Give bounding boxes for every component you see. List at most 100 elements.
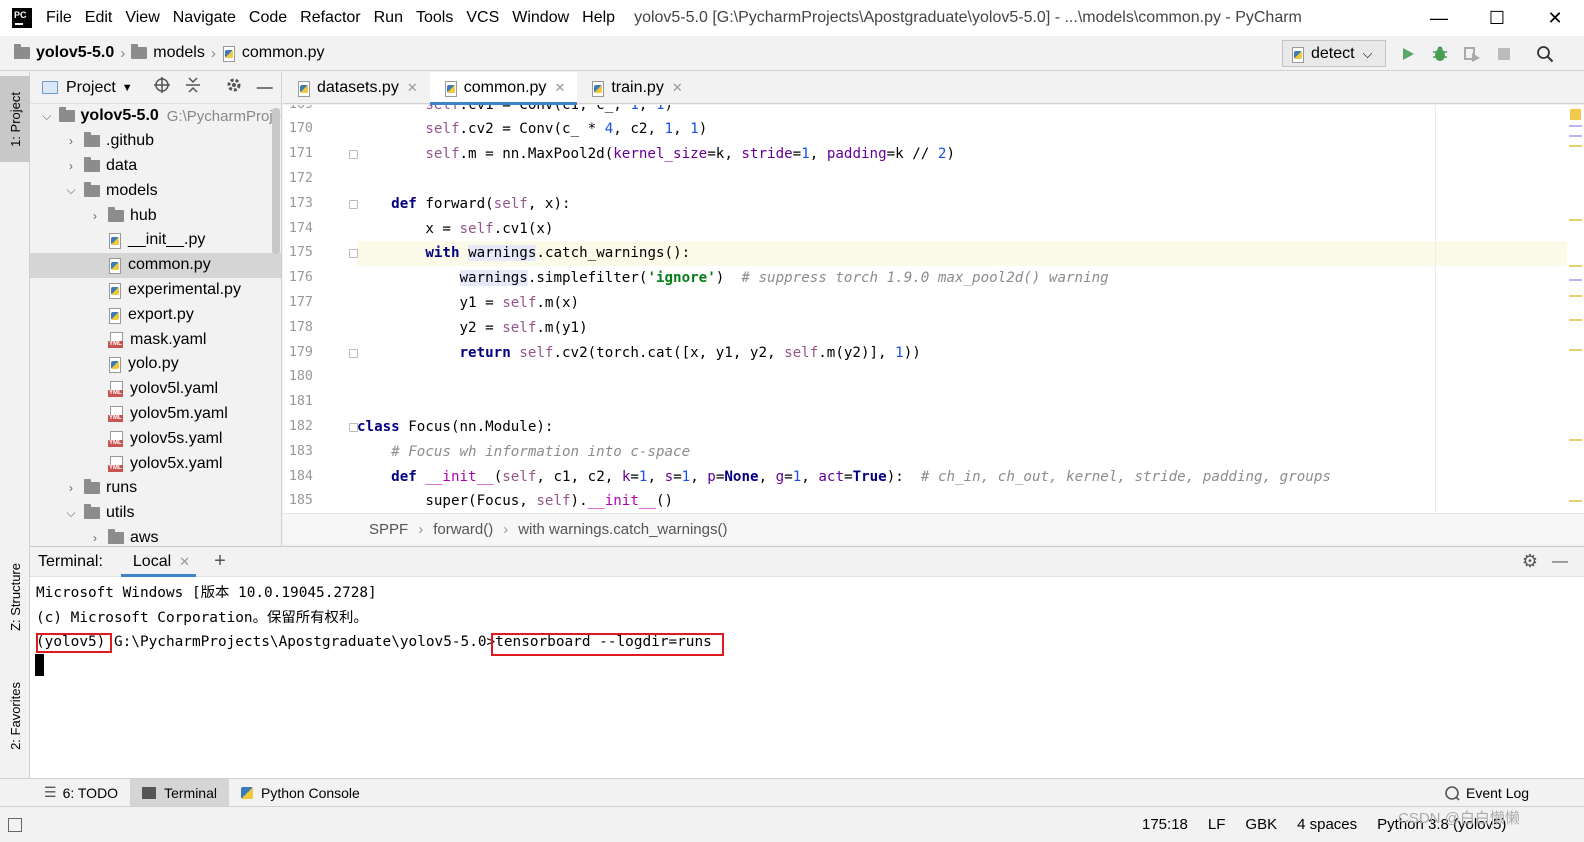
line-number[interactable]: 172 (283, 167, 313, 192)
inspection-status-icon[interactable] (1570, 109, 1581, 120)
tab-train-py[interactable]: train.py ✕ (577, 72, 694, 104)
code-line[interactable]: super(Focus, self).__init__() (357, 489, 1567, 513)
menu-help[interactable]: Help (582, 9, 615, 27)
collapse-all-icon[interactable] (185, 76, 201, 99)
chevron-down-icon[interactable]: ⌵ (40, 109, 53, 124)
tree-item-mask-yaml[interactable]: mask.yaml (30, 327, 281, 352)
locate-file-icon[interactable] (153, 76, 171, 99)
code-line[interactable] (357, 365, 1567, 390)
close-tab-icon[interactable]: ✕ (672, 80, 683, 96)
gear-icon[interactable] (225, 76, 243, 99)
error-stripe[interactable] (1567, 105, 1584, 513)
hide-panel-icon[interactable]: — (1552, 553, 1568, 571)
marker[interactable] (1569, 319, 1582, 321)
code-area[interactable]: self.cv1 = Conv(c1, c_, 1, 1) self.cv2 =… (357, 105, 1567, 513)
project-tool-tab[interactable]: 1: Project (0, 76, 30, 162)
chevron-right-icon[interactable]: › (88, 209, 102, 223)
add-terminal-icon[interactable]: + (214, 550, 226, 573)
file-encoding[interactable]: GBK (1245, 816, 1277, 833)
project-panel-title[interactable]: Project (66, 79, 116, 97)
tree-item-runs[interactable]: › runs (30, 476, 281, 501)
chevron-right-icon[interactable]: › (64, 134, 78, 148)
code-line[interactable]: # Focus wh information into c-space (357, 440, 1567, 465)
line-number[interactable]: 180 (283, 365, 313, 390)
tree-item-yolov5-5-0[interactable]: ⌵ yolov5-5.0 G:\PycharmProje (30, 104, 281, 129)
line-number[interactable]: 182 (283, 415, 313, 440)
tree-item-yolov5x-yaml[interactable]: yolov5x.yaml (30, 451, 281, 476)
marker[interactable] (1569, 135, 1582, 137)
chevron-right-icon[interactable]: › (88, 531, 102, 545)
menu-vcs[interactable]: VCS (466, 9, 499, 27)
maximize-button[interactable]: ☐ (1468, 0, 1526, 36)
line-number[interactable]: 169 (283, 105, 313, 117)
marker[interactable] (1569, 125, 1582, 127)
line-number[interactable]: 175 (283, 241, 313, 266)
code-line[interactable]: y1 = self.m(x) (357, 291, 1567, 316)
line-number[interactable]: 176 (283, 266, 313, 291)
line-number[interactable]: 170 (283, 117, 313, 142)
breadcrumb-class[interactable]: SPPF (369, 521, 408, 538)
menu-file[interactable]: File (46, 9, 72, 27)
structure-tool-tab[interactable]: Z: Structure (0, 548, 30, 646)
code-line[interactable]: with warnings.catch_warnings(): (357, 241, 1567, 266)
tree-item-hub[interactable]: › hub (30, 203, 281, 228)
hide-panel-icon[interactable]: — (257, 79, 273, 97)
close-tab-icon[interactable]: ✕ (554, 80, 565, 96)
code-line[interactable]: self.cv1 = Conv(c1, c_, 1, 1) (357, 105, 1567, 117)
terminal-tool-button[interactable]: Terminal (130, 778, 229, 807)
todo-tool-button[interactable]: ☰ 6: TODO (32, 779, 130, 807)
marker[interactable] (1569, 349, 1582, 351)
chevron-right-icon[interactable]: › (64, 159, 78, 173)
toggle-tool-windows-icon[interactable] (8, 817, 22, 832)
tree-item-github[interactable]: › .github (30, 129, 281, 154)
code-editor[interactable]: 1691701711721731741751761771781791801811… (283, 105, 1584, 513)
line-number[interactable]: 173 (283, 192, 313, 217)
search-icon[interactable] (1535, 44, 1555, 64)
run-configuration-dropdown[interactable]: detect ⌵ (1282, 40, 1386, 67)
tree-item-utils[interactable]: ⌵ utils (30, 501, 281, 526)
line-number[interactable]: 171 (283, 142, 313, 167)
tree-item-common-py[interactable]: common.py (30, 252, 281, 278)
chevron-down-icon[interactable]: ▼ (122, 82, 133, 94)
favorites-tool-tab[interactable]: 2: Favorites (0, 668, 30, 764)
line-separator[interactable]: LF (1208, 816, 1226, 833)
tree-item-yolov5m-yaml[interactable]: yolov5m.yaml (30, 402, 281, 427)
tree-item-yolo-py[interactable]: yolo.py (30, 352, 281, 377)
debug-icon[interactable] (1430, 44, 1450, 64)
line-number[interactable]: 184 (283, 465, 313, 490)
marker[interactable] (1569, 145, 1582, 147)
line-number-gutter[interactable]: 1691701711721731741751761771781791801811… (283, 105, 358, 513)
tree-item-aws[interactable]: › aws (30, 526, 281, 546)
code-line[interactable]: x = self.cv1(x) (357, 217, 1567, 242)
run-icon[interactable] (1398, 44, 1418, 64)
code-line[interactable]: def __init__(self, c1, c2, k=1, s=1, p=N… (357, 465, 1567, 490)
line-number[interactable]: 185 (283, 489, 313, 513)
code-line[interactable]: class Focus(nn.Module): (357, 415, 1567, 440)
menu-window[interactable]: Window (512, 9, 569, 27)
gear-icon[interactable]: ⚙ (1522, 551, 1538, 572)
close-window-button[interactable]: ✕ (1526, 0, 1584, 36)
tree-item-yolov5s-yaml[interactable]: yolov5s.yaml (30, 426, 281, 451)
tree-item-models[interactable]: ⌵ models (30, 178, 281, 203)
marker[interactable] (1569, 279, 1582, 281)
breadcrumb-method[interactable]: forward() (433, 521, 493, 538)
python-console-tool-button[interactable]: Python Console (229, 779, 372, 807)
stop-icon[interactable] (1494, 44, 1514, 64)
marker[interactable] (1569, 295, 1582, 297)
line-number[interactable]: 174 (283, 217, 313, 242)
breadcrumb-block[interactable]: with warnings.catch_warnings() (518, 521, 727, 538)
code-line[interactable] (357, 167, 1567, 192)
menu-code[interactable]: Code (249, 9, 287, 27)
tree-item-export-py[interactable]: export.py (30, 302, 281, 327)
marker[interactable] (1569, 265, 1582, 267)
close-tab-icon[interactable]: ✕ (179, 554, 190, 570)
marker[interactable] (1569, 219, 1582, 221)
menu-edit[interactable]: Edit (85, 9, 113, 27)
chevron-down-icon[interactable]: ⌵ (64, 506, 78, 521)
menu-run[interactable]: Run (374, 9, 403, 27)
chevron-down-icon[interactable]: ⌵ (64, 183, 78, 198)
code-line[interactable]: return self.cv2(torch.cat([x, y1, y2, se… (357, 341, 1567, 366)
tree-item-yolov5l-yaml[interactable]: yolov5l.yaml (30, 377, 281, 402)
marker[interactable] (1569, 500, 1582, 502)
code-line[interactable]: def forward(self, x): (357, 192, 1567, 217)
